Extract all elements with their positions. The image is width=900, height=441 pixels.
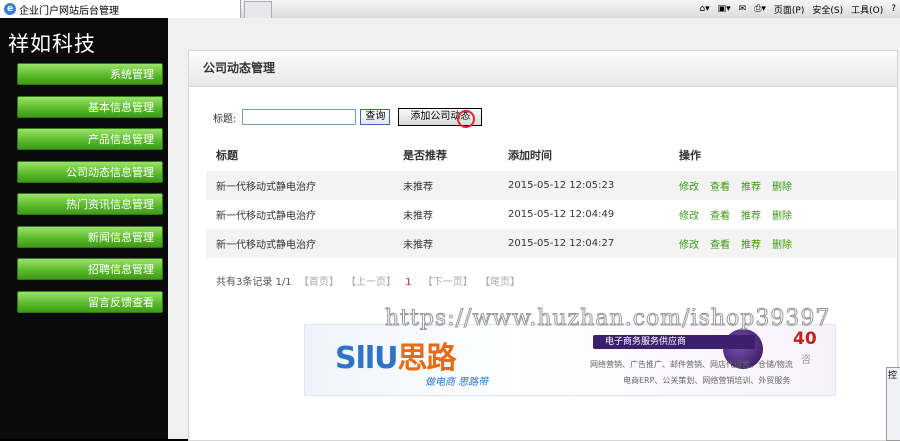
feed-icon[interactable]: ▣▾	[718, 4, 731, 14]
sidebar-item-products[interactable]: 产品信息管理	[17, 128, 163, 150]
brand-title: 祥如科技	[8, 32, 96, 56]
sidebar-item-jobs[interactable]: 招聘信息管理	[17, 258, 163, 280]
delete-link[interactable]: 删除	[772, 211, 792, 222]
row-recommend: 未推荐	[393, 171, 498, 200]
delete-link[interactable]: 删除	[772, 240, 792, 251]
tab-title: 企业门户网站后台管理	[19, 5, 119, 17]
news-table: 标题 是否推荐 添加时间 操作 新一代移动式静电治疗 未推荐 2015-05-1…	[206, 139, 896, 258]
banner-number: 40	[793, 329, 817, 349]
table-row: 新一代移动式静电治疗 未推荐 2015-05-12 12:04:27 修改 查看推…	[206, 229, 896, 258]
pager-summary: 共有3条记录 1/1	[216, 277, 292, 288]
pager-prev[interactable]: 【上一页】	[346, 277, 396, 288]
row-ops: 修改 查看 推荐 删除	[669, 229, 896, 258]
col-recommend: 是否推荐	[403, 149, 447, 162]
sidebar-item-company-news[interactable]: 公司动态信息管理	[17, 160, 163, 183]
edit-link[interactable]: 修改	[679, 240, 699, 251]
col-title: 标题	[216, 149, 238, 162]
pager-current: 1	[405, 277, 412, 288]
sidebar: 祥如科技 系统管理 基本信息管理 产品信息管理 公司动态信息管理 热门资讯信息管…	[0, 18, 168, 439]
watermark: https://www.huzhan.com/ishop39397	[384, 306, 831, 332]
row-ops: 修改 查看 推荐 删除	[669, 200, 896, 229]
pagination: 共有3条记录 1/1 【首页】 【上一页】 1 【下一页】 【尾页】	[216, 273, 520, 288]
banner-slogan: 做电商 思路带	[425, 377, 489, 388]
query-button[interactable]: 查询	[360, 109, 391, 125]
new-tab-button[interactable]	[244, 1, 272, 19]
pager-first[interactable]: 【首页】	[299, 277, 339, 288]
delete-link[interactable]: 删除	[772, 182, 792, 193]
banner-services-1: 网络营销、广告推广、邮件营销、网店代运营、仓储/物流	[590, 360, 793, 369]
row-title: 新一代移动式静电治疗	[206, 171, 393, 200]
table-row: 新一代移动式静电治疗 未推荐 2015-05-12 12:04:49 修改 查看推…	[206, 200, 896, 229]
col-ops: 操作	[679, 149, 701, 162]
logo-en: SllU	[335, 341, 399, 376]
command-bar: ⌂▾ ▣▾ ✉ ⎙▾ 页面(P) 安全(S) 工具(O) ?	[699, 0, 896, 18]
print-icon[interactable]: ⎙▾	[754, 4, 766, 14]
row-recommend: 未推荐	[403, 211, 433, 222]
page-menu[interactable]: 页面(P)	[774, 3, 804, 16]
row-time: 2015-05-12 12:04:27	[498, 229, 669, 258]
recommend-link[interactable]: 推荐	[741, 182, 761, 193]
search-bar: 标题: 查询 添加公司动态	[213, 108, 483, 126]
main-area: 公司动态管理 标题: 查询 添加公司动态 标题 是否推荐 添加时间 操作 新一代…	[168, 18, 900, 441]
browser-tab[interactable]: e 企业门户网站后台管理	[0, 0, 241, 18]
sidebar-item-feedback[interactable]: 留言反馈查看	[17, 290, 163, 313]
pager-next[interactable]: 【下一页】	[423, 277, 473, 288]
title-search-input[interactable]	[242, 109, 357, 125]
banner-services-2: 电商ERP、公关策划、网络营销培训、外贸服务	[623, 376, 791, 385]
sidebar-item-system[interactable]: 系统管理	[17, 63, 163, 85]
pager-last[interactable]: 【尾页】	[480, 277, 520, 288]
safety-menu[interactable]: 安全(S)	[812, 3, 843, 16]
home-icon[interactable]: ⌂▾	[699, 4, 709, 14]
title-label: 标题:	[213, 113, 237, 125]
table-row: 新一代移动式静电治疗 未推荐 2015-05-12 12:05:23 修改 查看推…	[206, 171, 896, 200]
floating-window-title: 控	[888, 371, 898, 381]
panel-title: 公司动态管理	[189, 51, 897, 87]
row-title: 新一代移动式静电治疗	[206, 229, 393, 258]
banner-pill: 电子商务服务供应商	[593, 335, 755, 349]
sidebar-item-hot-news[interactable]: 热门资讯信息管理	[17, 193, 163, 215]
floating-window[interactable]: 控	[886, 367, 900, 441]
row-title: 新一代移动式静电治疗	[216, 211, 316, 222]
browser-toolbar: e 企业门户网站后台管理 ⌂▾ ▣▾ ✉ ⎙▾ 页面(P) 安全(S) 工具(O…	[0, 0, 900, 19]
tools-menu[interactable]: 工具(O)	[851, 3, 883, 16]
banner-ask: 咨	[801, 355, 811, 366]
view-link[interactable]: 查看	[710, 240, 730, 251]
logo-cn: 思路	[397, 341, 457, 376]
view-link[interactable]: 查看	[710, 182, 730, 193]
banner-logo: SllU思路	[335, 333, 457, 377]
ie-icon: e	[4, 3, 16, 15]
edit-link[interactable]: 修改	[679, 182, 699, 193]
row-ops: 修改 查看 推荐 删除	[669, 171, 896, 200]
row-time: 2015-05-12 12:04:49	[508, 209, 615, 220]
recommend-link[interactable]: 推荐	[741, 211, 761, 222]
sidebar-item-news[interactable]: 新闻信息管理	[17, 225, 163, 248]
edit-link[interactable]: 修改	[679, 211, 699, 222]
table-header-row: 标题 是否推荐 添加时间 操作	[206, 139, 896, 171]
cursor-highlight-icon	[457, 110, 475, 128]
mail-icon[interactable]: ✉	[739, 4, 747, 14]
recommend-link[interactable]: 推荐	[741, 240, 761, 251]
sidebar-menu: 系统管理 基本信息管理 产品信息管理 公司动态信息管理 热门资讯信息管理 新闻信…	[17, 63, 163, 323]
ad-banner[interactable]: SllU思路 做电商 思路带 电子商务服务供应商 网络营销、广告推广、邮件营销、…	[304, 324, 836, 396]
col-time: 添加时间	[508, 149, 552, 162]
sidebar-item-basic-info[interactable]: 基本信息管理	[17, 95, 163, 118]
view-link[interactable]: 查看	[710, 211, 730, 222]
row-time: 2015-05-12 12:05:23	[498, 171, 669, 200]
company-news-panel: 公司动态管理 标题: 查询 添加公司动态 标题 是否推荐 添加时间 操作 新一代…	[188, 50, 898, 441]
row-recommend: 未推荐	[393, 229, 498, 258]
help-icon[interactable]: ?	[891, 4, 896, 14]
